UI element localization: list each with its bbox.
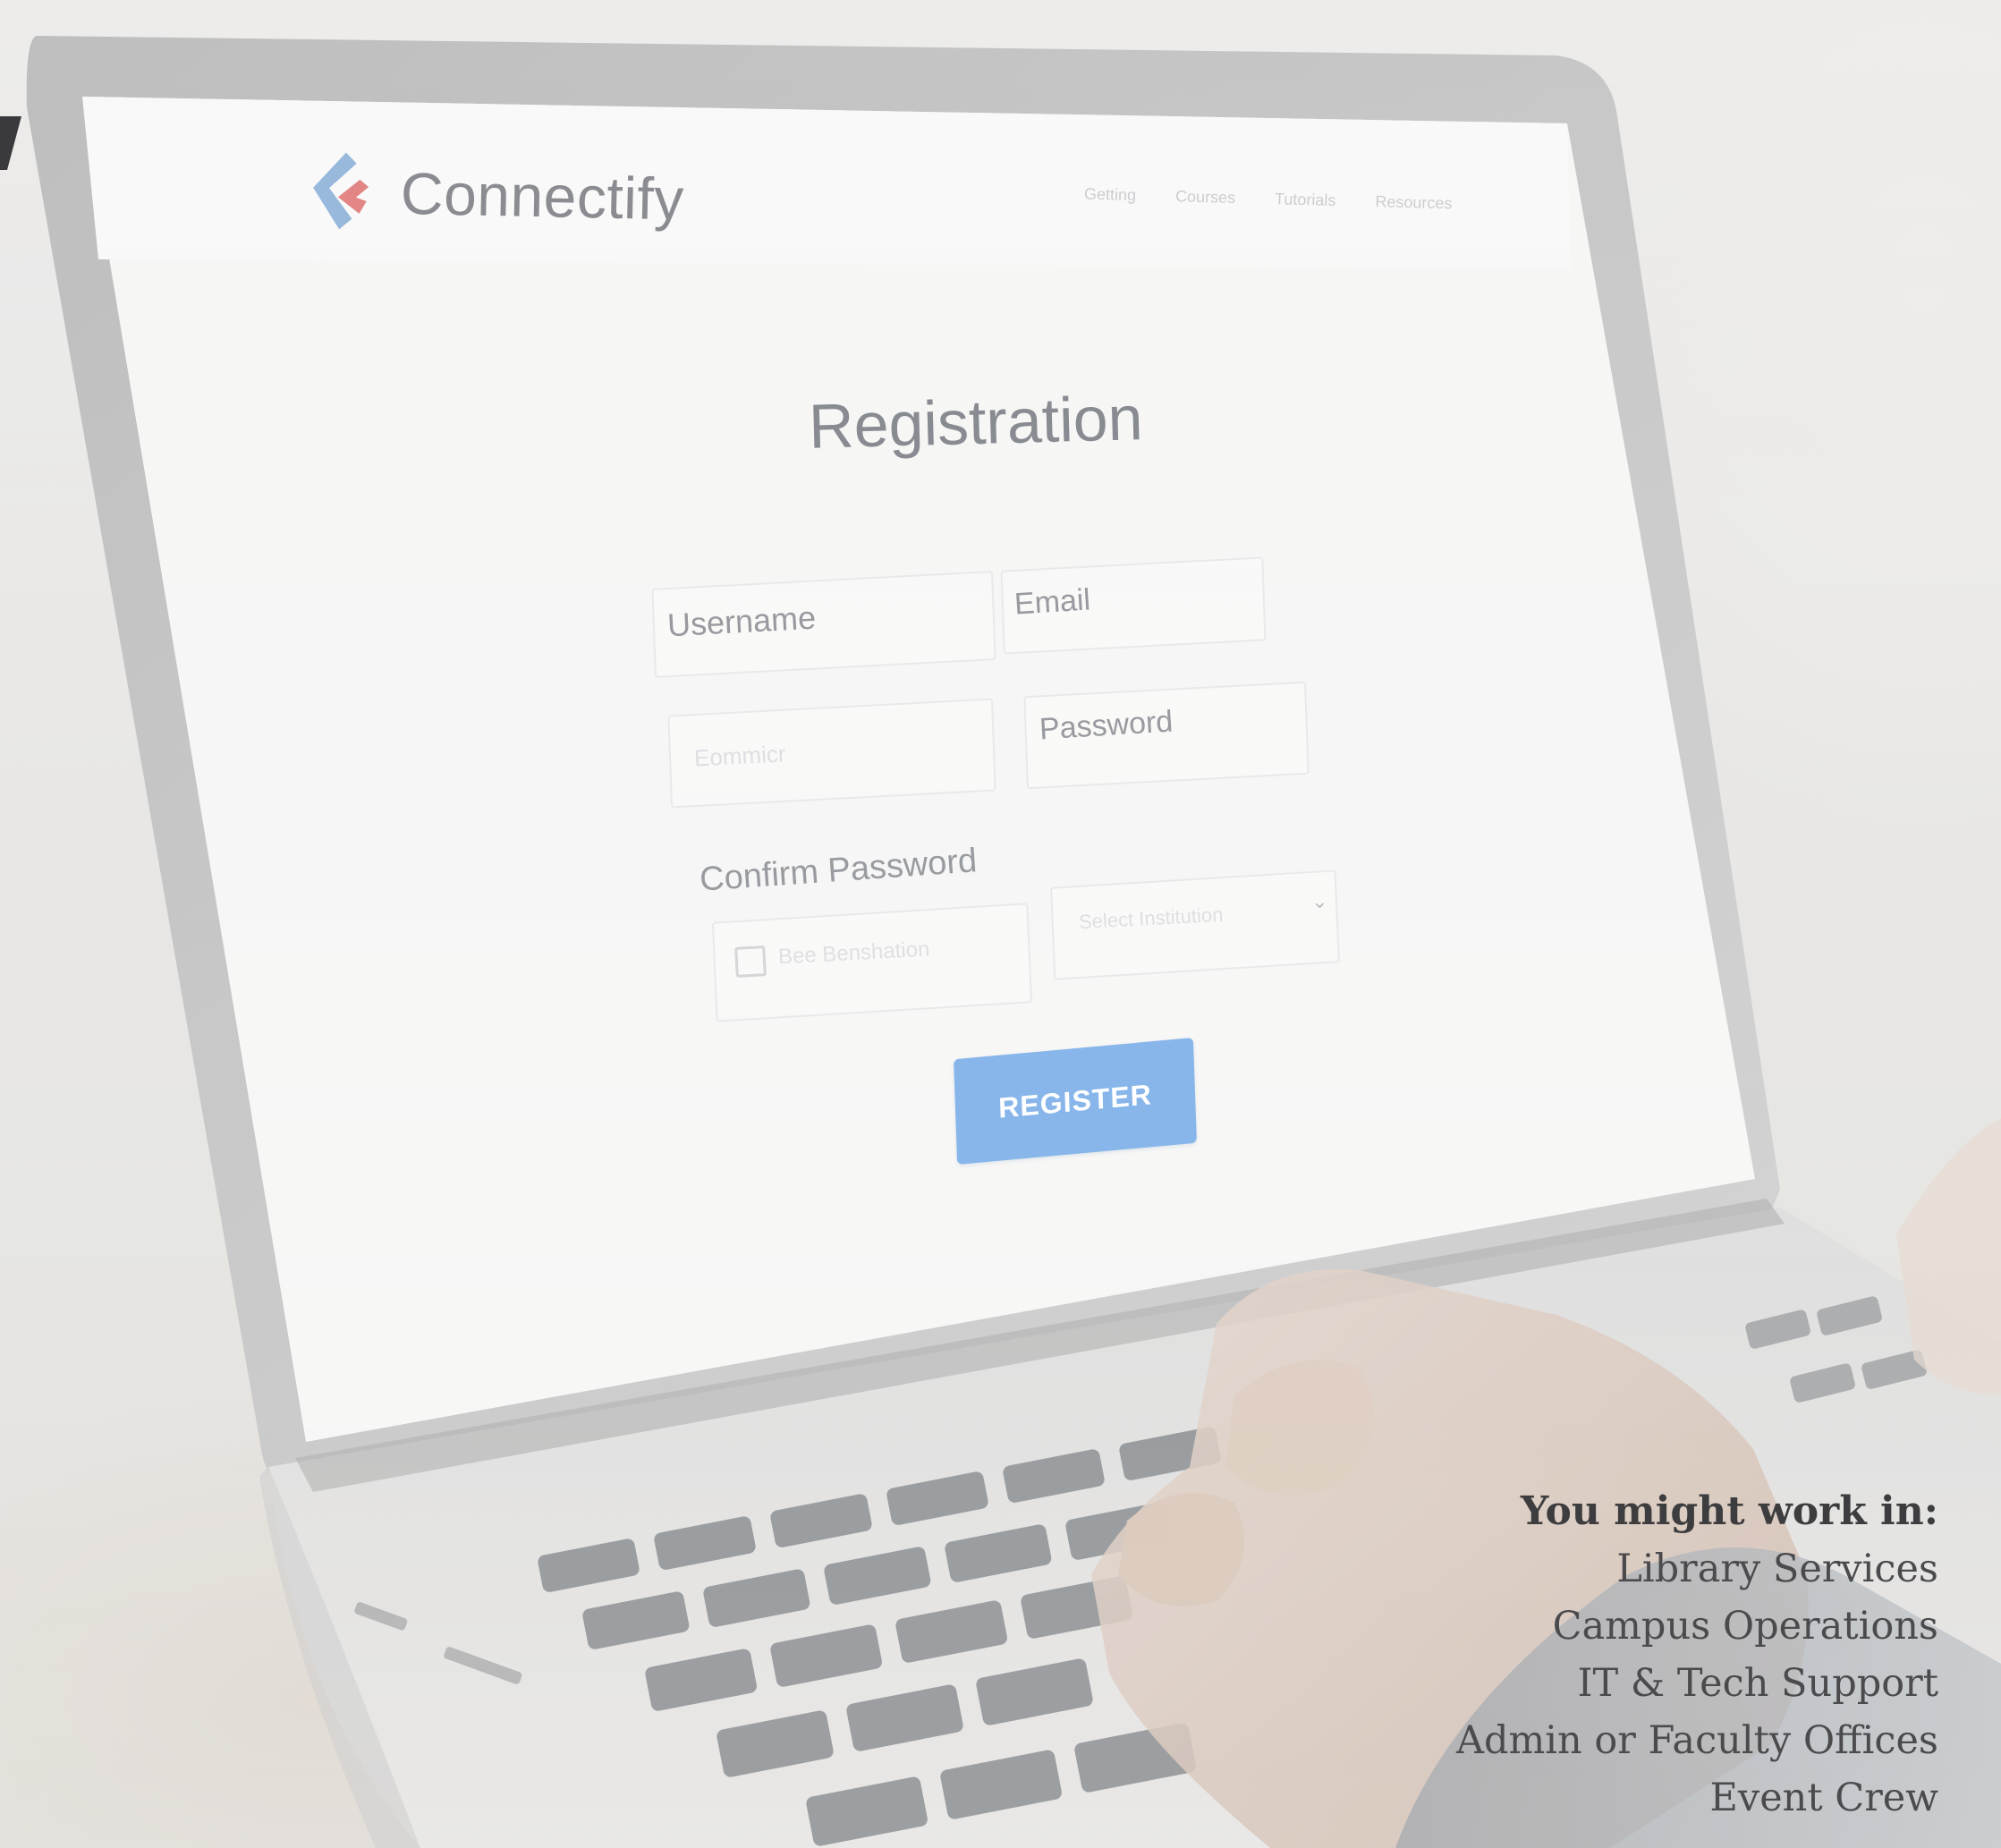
- caption-item: Event Crew: [1709, 1776, 1938, 1820]
- brand-name: Connectify: [400, 159, 685, 233]
- nav-link[interactable]: Courses: [1175, 187, 1236, 208]
- nav-link[interactable]: Tutorials: [1275, 190, 1336, 210]
- cut-off-glyph-icon: [0, 116, 21, 170]
- caption-heading: You might work in:: [1520, 1488, 1938, 1534]
- caption-item: IT & Tech Support: [1577, 1661, 1938, 1706]
- nav-link[interactable]: Getting: [1084, 185, 1137, 206]
- caption: You might work in: Library Services Camp…: [1456, 1483, 1938, 1827]
- caption-item: Library Services: [1616, 1547, 1938, 1591]
- page-title: Registration: [808, 383, 1144, 462]
- brand[interactable]: Connectify: [303, 147, 685, 244]
- caption-item: Admin or Faculty Offices: [1455, 1718, 1938, 1763]
- faint-field-text: Eommicr: [693, 740, 787, 772]
- nav-link[interactable]: Resources: [1375, 192, 1453, 213]
- email-label: Email: [1013, 582, 1092, 622]
- caption-item: Campus Operations: [1552, 1604, 1938, 1649]
- register-button[interactable]: REGISTER: [954, 1037, 1197, 1166]
- connectify-logo-icon: [313, 152, 369, 230]
- username-label: Username: [666, 598, 817, 644]
- register-button-label: REGISTER: [997, 1077, 1153, 1124]
